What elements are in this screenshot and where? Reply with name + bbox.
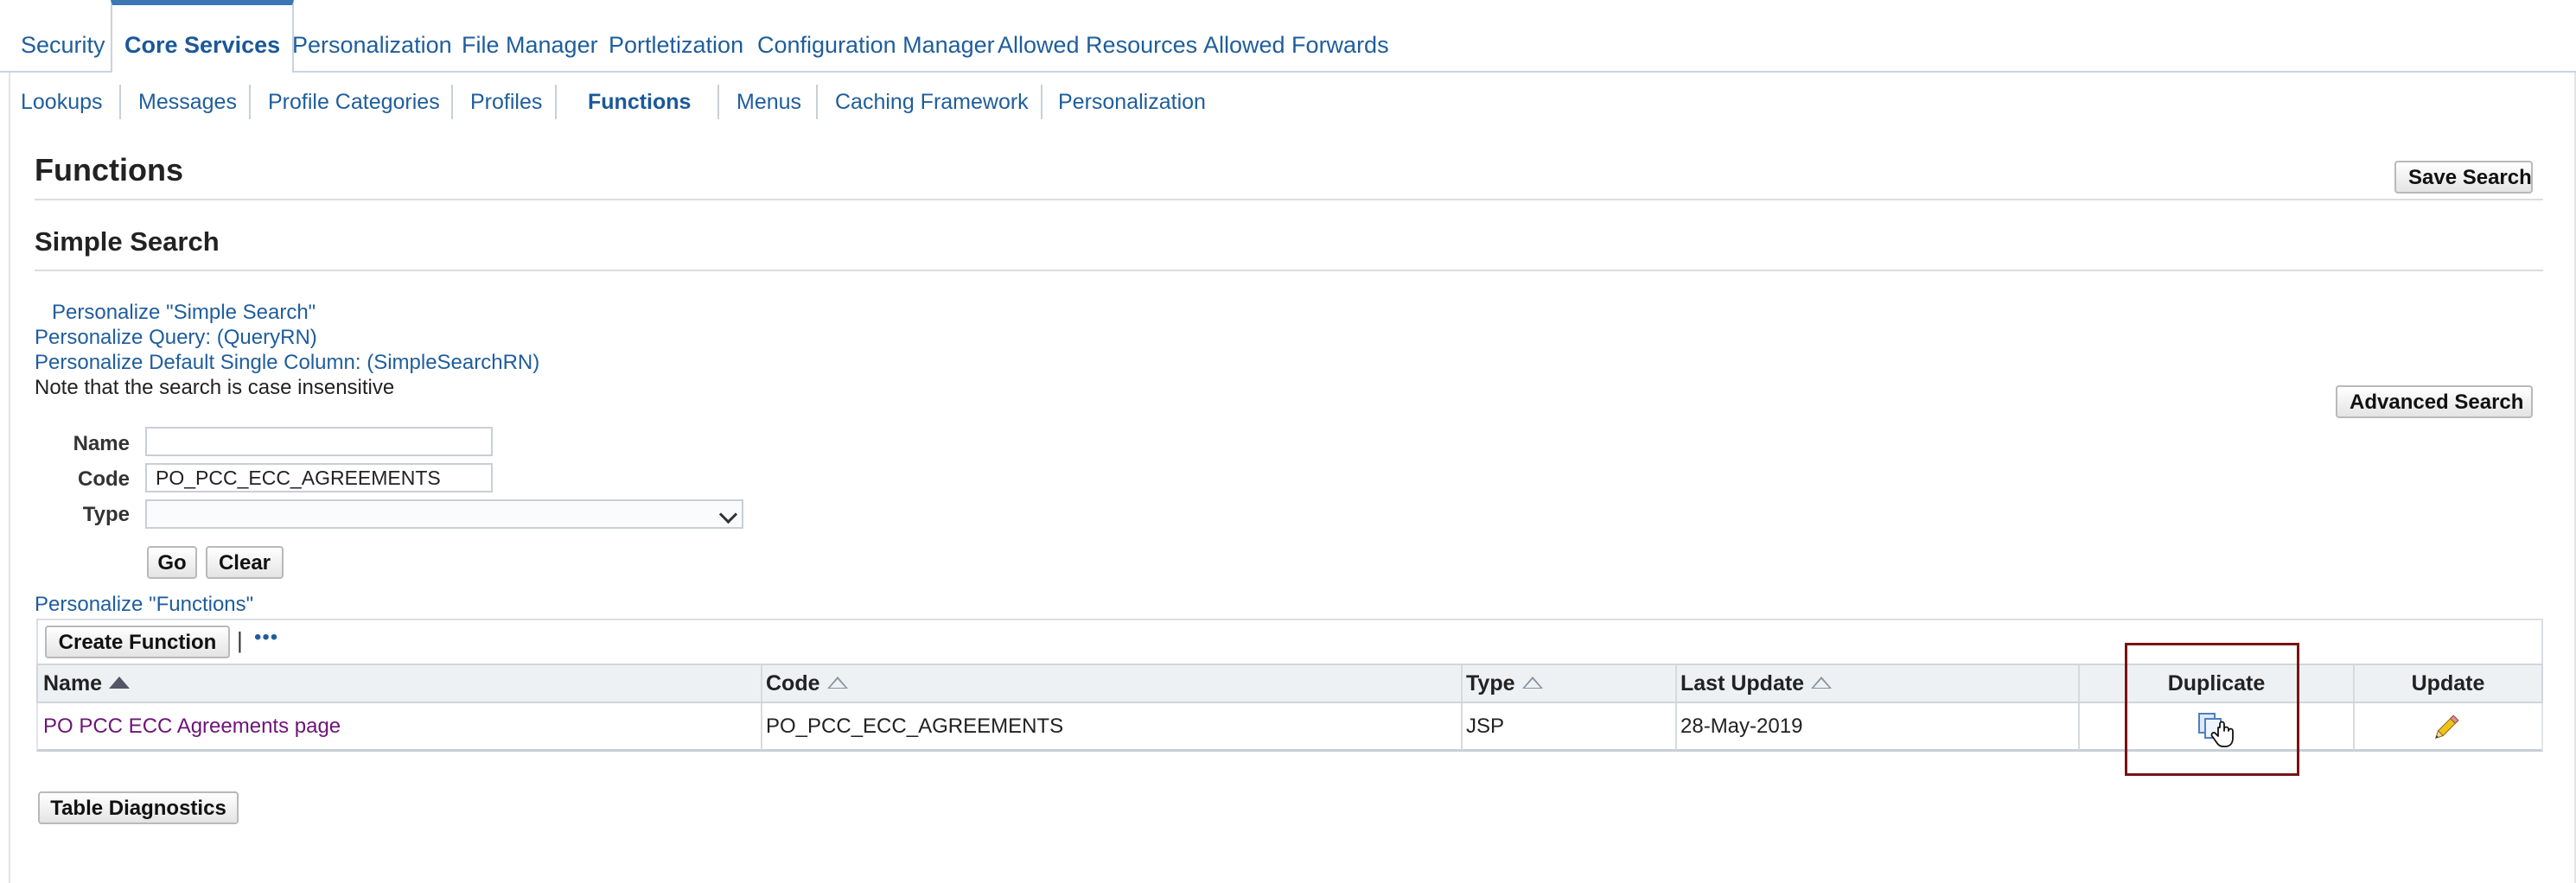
name-label: Name — [73, 432, 130, 455]
tab-personalization[interactable]: Personalization — [280, 0, 464, 71]
subtab-lookups[interactable]: Lookups — [21, 83, 103, 121]
column-separator — [1675, 665, 1677, 702]
function-type-cell: JSP — [1466, 715, 1505, 738]
sort-icon[interactable] — [826, 677, 848, 689]
personalize-single-column-link[interactable]: Personalize Default Single Column: (Simp… — [35, 351, 539, 375]
subtab-separator — [451, 85, 453, 119]
toolbar-separator: | — [237, 627, 243, 653]
column-header-update: Update — [2411, 671, 2485, 696]
column-header-code[interactable]: Code — [766, 665, 848, 702]
section-divider — [35, 270, 2543, 271]
tab-portletization[interactable]: Portletization — [596, 0, 756, 71]
title-divider — [35, 199, 2543, 200]
column-separator — [1675, 703, 1677, 750]
sort-ascending-icon[interactable] — [109, 677, 131, 689]
column-separator — [2078, 703, 2080, 750]
sort-icon[interactable] — [1811, 677, 1833, 689]
subtab-separator — [1041, 85, 1043, 119]
subtab-separator — [555, 85, 557, 119]
type-select[interactable] — [145, 499, 743, 529]
tab-core-services[interactable]: Core Services — [111, 0, 295, 73]
personalize-simple-search-link[interactable]: Personalize "Simple Search" — [52, 301, 316, 325]
subtab-separator — [717, 85, 719, 119]
table-diagnostics-button[interactable]: Table Diagnostics — [38, 791, 239, 824]
subtab-separator — [816, 85, 818, 119]
highlight-box — [2125, 643, 2299, 776]
column-header-type-label: Type — [1466, 671, 1515, 696]
sort-icon[interactable] — [1521, 677, 1543, 689]
save-search-button[interactable]: Save Search — [2394, 161, 2533, 194]
case-insensitive-note: Note that the search is case insensitive — [35, 376, 395, 399]
column-separator — [1461, 665, 1463, 702]
column-header-code-label: Code — [766, 671, 820, 696]
tab-allowed-forwards[interactable]: Allowed Forwards — [1191, 0, 1401, 71]
subtab-functions[interactable]: Functions — [588, 83, 691, 121]
column-separator — [761, 703, 762, 750]
column-header-last-update[interactable]: Last Update — [1680, 665, 1833, 702]
subtab-separator — [249, 85, 251, 119]
subtab-menus[interactable]: Menus — [736, 83, 801, 121]
type-label: Type — [82, 503, 130, 526]
column-separator — [761, 665, 762, 702]
tab-allowed-resources[interactable]: Allowed Resources — [985, 0, 1209, 71]
column-separator — [2353, 703, 2355, 750]
chevron-down-icon — [718, 505, 738, 524]
column-header-type[interactable]: Type — [1466, 665, 1543, 702]
column-header-name[interactable]: Name — [43, 665, 131, 702]
advanced-search-button[interactable]: Advanced Search — [2336, 385, 2533, 418]
column-header-name-label: Name — [43, 671, 103, 696]
subtab-profile-categories[interactable]: Profile Categories — [268, 83, 440, 121]
subtab-caching-framework[interactable]: Caching Framework — [835, 83, 1029, 121]
create-function-button[interactable]: Create Function — [45, 626, 230, 658]
clear-button[interactable]: Clear — [206, 546, 284, 579]
subtab-profiles[interactable]: Profiles — [470, 83, 542, 121]
code-label: Code — [78, 467, 130, 491]
column-separator — [1461, 703, 1463, 750]
subtab-personalization[interactable]: Personalization — [1058, 83, 1206, 121]
name-input[interactable] — [145, 427, 493, 456]
function-code-cell: PO_PCC_ECC_AGREEMENTS — [766, 715, 1064, 738]
column-header-last-update-label: Last Update — [1680, 671, 1805, 696]
left-border — [9, 73, 10, 883]
subtab-messages[interactable]: Messages — [138, 83, 237, 121]
personalize-query-link[interactable]: Personalize Query: (QueryRN) — [35, 326, 317, 350]
code-input[interactable] — [145, 463, 493, 492]
function-name-link[interactable]: PO PCC ECC Agreements page — [43, 703, 341, 750]
tab-file-manager[interactable]: File Manager — [450, 0, 610, 71]
tab-security[interactable]: Security — [9, 0, 118, 71]
subtab-separator — [119, 85, 121, 119]
top-tab-bar: Security Core Services Personalization F… — [0, 0, 2576, 73]
tab-configuration-manager[interactable]: Configuration Manager — [745, 0, 1007, 71]
pencil-icon[interactable] — [2431, 714, 2460, 743]
personalize-functions-link[interactable]: Personalize "Functions" — [35, 593, 253, 617]
go-button[interactable]: Go — [147, 546, 197, 579]
page-title: Functions — [35, 152, 183, 187]
section-title: Simple Search — [35, 226, 220, 257]
more-actions-icon[interactable]: ••• — [254, 626, 278, 650]
last-update-cell: 28-May-2019 — [1680, 715, 1803, 738]
